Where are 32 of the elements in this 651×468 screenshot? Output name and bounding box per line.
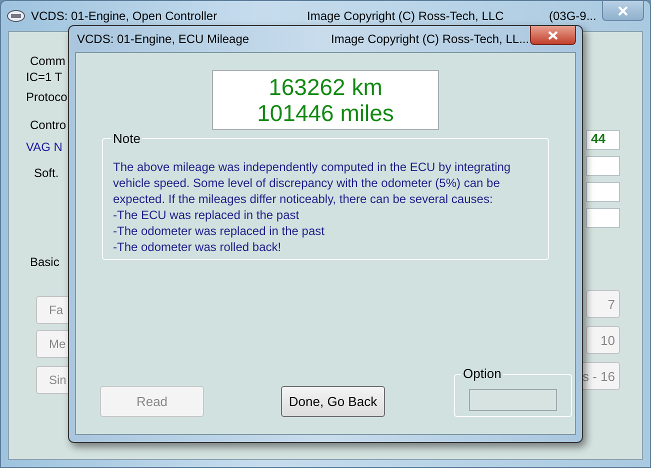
option-field[interactable] [469, 389, 557, 411]
close-button[interactable] [530, 26, 576, 45]
window-title-extra: (03G-9... [549, 9, 596, 23]
close-icon [548, 30, 558, 40]
note-paragraph: The above mileage was independently computed in the ECU by integrating vehicle speed. Some level of discrepancy with the odometer (5%) can be expected. If the mileages differ noticeably, there can be several causes: [113, 159, 512, 207]
info-text: IC=1 T [26, 70, 62, 84]
cause-line: -The ECU was replaced in the past [113, 207, 300, 223]
function-button[interactable]: 7 [586, 290, 620, 318]
group-label: Option [461, 367, 504, 381]
group-label: Basic [29, 255, 60, 269]
copyright-text: Image Copyright (C) Ross-Tech, LL... [331, 32, 530, 46]
group-label: Contro [29, 118, 68, 132]
dialog-title: VCDS: 01-Engine, ECU Mileage [77, 32, 250, 46]
group-label: Note [111, 132, 142, 146]
done-button[interactable]: Done, Go Back [281, 386, 385, 417]
function-button[interactable]: 10 [586, 326, 620, 354]
mileage-value: 163262 km [268, 74, 382, 100]
mileage-value: 101446 miles [257, 100, 394, 126]
window-title: VCDS: 01-Engine, Open Controller [31, 9, 218, 23]
group-label: Comm [29, 54, 66, 68]
info-text: Protoco [26, 90, 68, 104]
info-link[interactable]: VAG N [26, 140, 62, 154]
info-text: Soft. [34, 166, 59, 180]
value-field[interactable] [586, 156, 620, 176]
close-icon [618, 6, 628, 16]
value-field[interactable] [586, 208, 620, 228]
app-icon [7, 10, 25, 22]
cause-line: -The odometer was replaced in the past [113, 223, 326, 239]
copyright-text: Image Copyright (C) Ross-Tech, LLC [307, 9, 504, 23]
cause-line: -The odometer was rolled back! [113, 239, 282, 255]
value-field[interactable]: 44 [586, 130, 620, 150]
value-field[interactable] [586, 182, 620, 202]
